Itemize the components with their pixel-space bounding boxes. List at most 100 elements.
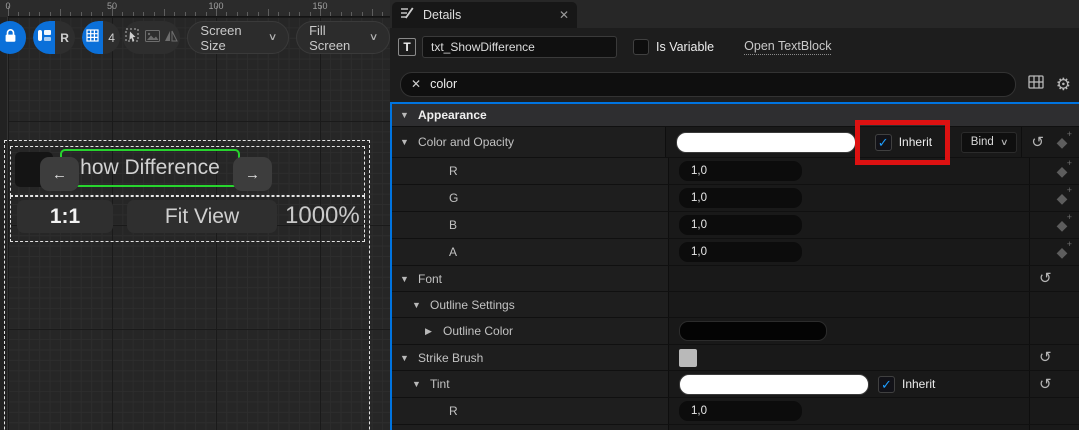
screen-size-dropdown[interactable]: Screen Size ∨ [187, 21, 290, 54]
color-swatch[interactable] [679, 373, 869, 395]
zoom-percent-text[interactable]: 1000% [285, 202, 360, 230]
expander-icon[interactable]: ▼ [400, 110, 410, 120]
add-keyframe-icon[interactable]: ◆ + [1054, 186, 1072, 206]
widget-name-input[interactable] [422, 36, 617, 58]
widget-outlines-button[interactable] [33, 21, 55, 54]
select-cursor-icon[interactable] [125, 28, 140, 48]
ruler-number: 0 [5, 1, 11, 11]
property-grid: ▼ Appearance ▼ Color and Opacity ✓ Inher… [390, 102, 1079, 430]
add-keyframe-icon[interactable]: ◆ + [1054, 240, 1072, 260]
row-font[interactable]: ▼ Font ↺ [392, 266, 1079, 292]
textblock-show-difference[interactable]: how Difference [80, 156, 220, 180]
bind-dropdown[interactable]: Bind ∨ [960, 131, 1018, 153]
chevron-down-icon: ∨ [267, 32, 278, 43]
plus-glyph: + [1066, 212, 1072, 222]
expander-icon[interactable]: ▼ [412, 300, 422, 310]
add-keyframe-icon[interactable]: ◆ + [1054, 159, 1072, 179]
nav-right-button[interactable]: → [233, 157, 272, 191]
selected-textblock-outline: how Difference [60, 149, 240, 187]
color-swatch[interactable] [679, 321, 827, 341]
fill-screen-label: Fill Screen [309, 22, 351, 53]
expander-icon[interactable]: ▼ [400, 353, 410, 363]
grid-snap-button[interactable] [81, 21, 104, 54]
reset-to-default-icon[interactable]: ↺ [1039, 271, 1052, 286]
expander-icon[interactable]: ▼ [400, 137, 410, 147]
property-label: R [449, 164, 458, 178]
fill-screen-dropdown[interactable]: Fill Screen ∨ [296, 21, 390, 54]
designer-viewport[interactable]: 0 50 100 150 R 4 Screen Size ∨ Fill Scre… [0, 0, 390, 430]
row-color-and-opacity[interactable]: ▼ Color and Opacity ✓ Inherit Bind ∨ ↺ ◆… [392, 127, 1079, 158]
is-variable-label: Is Variable [656, 40, 715, 54]
row-tint-r[interactable]: R 1,0 [392, 398, 1079, 425]
open-textblock-link[interactable]: Open TextBlock [744, 39, 832, 55]
inherit-checkbox[interactable]: ✓ [878, 375, 895, 393]
plus-glyph: + [1066, 158, 1072, 168]
row-a[interactable]: A 1,0 ◆ + [392, 239, 1079, 266]
row-tint[interactable]: ▼ Tint ✓ Inherit ↺ [392, 371, 1079, 398]
outline-mode-group: R [33, 21, 75, 54]
property-label: Strike Brush [418, 350, 484, 365]
widgets-icon [37, 29, 52, 47]
view-options-icon[interactable] [1028, 74, 1044, 94]
nav-left-button[interactable]: ← [40, 157, 79, 191]
property-label: A [449, 245, 458, 259]
is-variable-checkbox[interactable] [633, 39, 649, 55]
reset-to-default-icon[interactable]: ↺ [1039, 350, 1052, 365]
property-label: R [449, 404, 458, 418]
tab-title: Details [423, 8, 462, 22]
tab-details[interactable]: Details ✕ [392, 2, 577, 28]
details-icon [400, 5, 415, 25]
close-icon[interactable]: ✕ [559, 8, 569, 22]
flip-icon[interactable] [164, 29, 178, 47]
value-field[interactable]: 1,0 [679, 188, 802, 208]
add-keyframe-icon[interactable]: ◆ + [1054, 130, 1072, 150]
search-box[interactable]: ✕ [400, 71, 1016, 97]
image-icon[interactable] [144, 29, 160, 47]
details-panel: Details ✕ T Is Variable Open TextBlock ✕… [390, 0, 1079, 430]
property-label: Font [418, 271, 443, 286]
ruler-number: 50 [106, 1, 118, 11]
fit-view-button[interactable]: Fit View [127, 200, 277, 233]
check-icon: ✓ [881, 376, 892, 392]
clear-search-icon[interactable]: ✕ [411, 77, 421, 91]
respect-locks-button[interactable]: R [55, 21, 75, 54]
gear-icon[interactable]: ⚙ [1056, 76, 1071, 93]
ruler-number: 100 [208, 1, 224, 11]
textblock-type-icon: T [398, 38, 416, 56]
bind-label: Bind [970, 136, 994, 148]
row-b[interactable]: B 1,0 ◆ + [392, 212, 1079, 239]
search-input[interactable] [430, 77, 1005, 91]
search-row: ✕ ⚙ [390, 66, 1079, 102]
one-to-one-button[interactable]: 1:1 [17, 200, 113, 233]
plus-glyph: + [1066, 129, 1072, 139]
property-label: G [449, 191, 459, 205]
row-r[interactable]: R 1,0 ◆ + [392, 158, 1079, 185]
row-outline-settings[interactable]: ▼ Outline Settings [392, 292, 1079, 318]
row-strike-brush[interactable]: ▼ Strike Brush ↺ [392, 345, 1079, 371]
tab-bar: Details ✕ [390, 0, 1079, 28]
grid-snap-size[interactable]: 4 [103, 21, 120, 54]
designer-toolbar: R 4 Screen Size ∨ Fill Screen ∨ [0, 21, 390, 54]
category-appearance[interactable]: ▼ Appearance [392, 104, 1079, 127]
value-field[interactable]: 1,0 [679, 401, 802, 421]
plus-glyph: + [1066, 239, 1072, 249]
inherit-label: Inherit [902, 377, 936, 391]
umg-editor: 0 50 100 150 R 4 Screen Size ∨ Fill Scre… [0, 0, 1079, 430]
color-swatch[interactable] [675, 131, 856, 153]
value-field[interactable]: 1,0 [679, 215, 802, 235]
reset-to-default-icon[interactable]: ↺ [1031, 135, 1044, 150]
add-keyframe-icon[interactable]: ◆ + [1054, 213, 1072, 233]
expander-icon[interactable]: ▼ [400, 274, 410, 284]
expander-icon[interactable]: ▼ [412, 379, 422, 389]
reset-to-default-icon[interactable]: ↺ [1039, 377, 1052, 392]
row-outline-color[interactable]: ▶ Outline Color [392, 318, 1079, 345]
left-arrow-icon: ← [52, 165, 67, 183]
row-g[interactable]: G 1,0 ◆ + [392, 185, 1079, 212]
brush-swatch[interactable] [679, 348, 697, 367]
red-highlight-box [855, 120, 950, 165]
value-field[interactable]: 1,0 [679, 161, 802, 181]
lock-button[interactable] [0, 21, 27, 54]
grid-snap-group: 4 [81, 21, 121, 54]
expander-icon[interactable]: ▶ [425, 326, 435, 337]
value-field[interactable]: 1,0 [679, 242, 802, 262]
